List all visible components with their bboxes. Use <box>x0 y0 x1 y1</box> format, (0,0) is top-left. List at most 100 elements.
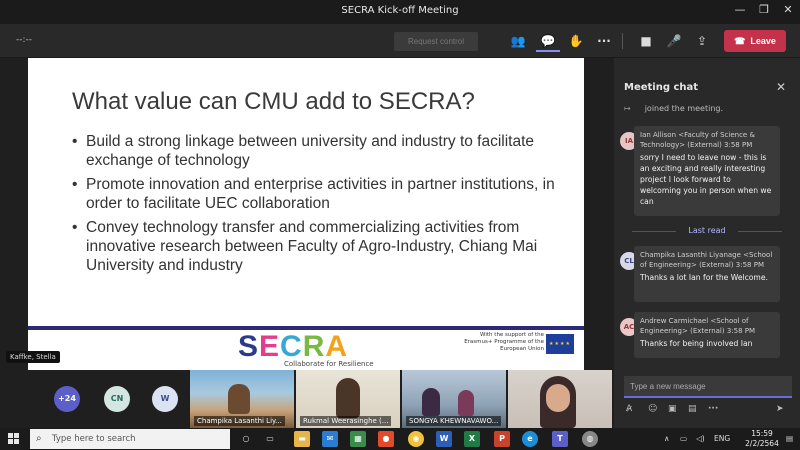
notifications-icon[interactable]: ▤ <box>786 434 793 443</box>
tray-arrow-icon[interactable]: ∧ <box>664 434 670 443</box>
secra-logo-letter: R <box>302 330 326 363</box>
share-screen-icon[interactable]: ⇪ <box>690 30 714 52</box>
more-options-icon[interactable]: ··· <box>592 30 616 52</box>
join-notice: ↦ joined the meeting. <box>624 104 723 113</box>
participant-gallery: +24 CN W Champika Lasanthi Liy... Rukmal… <box>0 370 614 428</box>
request-control-button[interactable]: Request control <box>394 32 478 51</box>
camera-icon[interactable]: ■ <box>634 30 658 52</box>
video-tile[interactable]: Champika Lasanthi Liy... <box>190 370 294 428</box>
app-icon[interactable]: ● <box>378 431 394 447</box>
windows-start-icon[interactable] <box>8 433 20 445</box>
participants-icon[interactable]: 👥 <box>506 30 530 52</box>
participant-video <box>546 384 570 412</box>
more-compose-icon[interactable]: ··· <box>708 404 718 414</box>
leave-button[interactable]: ☎ Leave <box>724 30 786 52</box>
eu-support-text: With the support of the Erasmus+ Program… <box>464 332 544 352</box>
minimize-icon[interactable]: — <box>728 3 752 16</box>
chat-compose-input[interactable] <box>624 376 792 398</box>
maximize-icon[interactable]: ❐ <box>752 3 776 16</box>
message-meta: Ian Allison <Faculty of Science & Techno… <box>640 131 755 149</box>
secra-logo-letter: S <box>238 330 260 363</box>
network-icon[interactable]: ▭ <box>680 434 687 443</box>
language-indicator[interactable]: ENG <box>714 434 730 443</box>
shared-content-stage: What value can CMU add to SECRA? Build a… <box>0 58 614 370</box>
chrome-icon[interactable]: ◉ <box>408 431 424 447</box>
participant-name: Champika Lasanthi Liy... <box>194 416 285 426</box>
message-meta: Andrew Carmichael <School of Engineering… <box>640 317 756 335</box>
participant-video <box>336 378 360 418</box>
video-tile[interactable]: Rukmal Weerasinghe (... <box>296 370 400 428</box>
file-explorer-icon[interactable]: ▬ <box>294 431 310 447</box>
taskbar-clock[interactable]: 15:59 2/2/2564 <box>742 429 782 449</box>
secra-logo-letter: C <box>280 330 303 363</box>
overflow-participants-avatar[interactable]: +24 <box>54 386 80 412</box>
microphone-muted-icon[interactable]: 🎤 <box>662 30 686 52</box>
window-title: SECRA Kick-off Meeting <box>341 5 459 16</box>
slide-title: What value can CMU add to SECRA? <box>72 88 475 115</box>
participant-name: Rukmal Weerasinghe (... <box>300 416 392 426</box>
taskbar-search[interactable]: ⌕ Type here to search <box>30 429 230 449</box>
eu-flag-icon: ★★★★ <box>546 334 574 354</box>
chat-icon[interactable]: 💬 <box>536 30 560 52</box>
volume-icon[interactable]: ◁) <box>696 434 705 443</box>
message-meta: Champika Lasanthi Liyanage <School of En… <box>640 251 773 269</box>
clock-date: 2/2/2564 <box>745 439 779 448</box>
slide-bullet: Convey technology transfer and commercia… <box>72 218 572 275</box>
presenter-name: Kaffke, Stella <box>6 351 60 363</box>
taskbar-search-placeholder: Type here to search <box>52 434 136 444</box>
toolbar-divider <box>622 33 623 49</box>
participant-video <box>458 390 474 416</box>
meeting-toolbar: --:-- Request control 👥 💬 ✋ ··· ■ 🎤 ⇪ ☎ L… <box>0 24 800 58</box>
chat-message[interactable]: Ian Allison <Faculty of Science & Techno… <box>634 126 780 216</box>
slide-bullet: Build a strong linkage between universit… <box>72 132 572 170</box>
edge-icon[interactable]: e <box>522 431 538 447</box>
join-notice-text: joined the meeting. <box>644 104 724 113</box>
presentation-slide: What value can CMU add to SECRA? Build a… <box>28 58 584 370</box>
secra-logo-letter: E <box>259 330 281 363</box>
meeting-timer: --:-- <box>16 35 33 45</box>
secra-tagline: Collaborate for Resilience <box>284 360 374 368</box>
meeting-chat-panel: Meeting chat ✕ ↦ joined the meeting. IA I… <box>614 58 800 428</box>
avatar[interactable]: W <box>152 386 178 412</box>
title-bar: SECRA Kick-off Meeting — ❐ ✕ <box>0 0 800 24</box>
store-icon[interactable]: ▦ <box>350 431 366 447</box>
video-tile[interactable]: SONGYA KHEWNAVAWO... <box>402 370 506 428</box>
clock-time: 15:59 <box>751 429 773 438</box>
word-icon[interactable]: W <box>436 431 452 447</box>
gif-icon[interactable]: ▣ <box>668 404 677 414</box>
cortana-icon[interactable]: ○ <box>238 431 254 447</box>
mail-icon[interactable]: ✉ <box>322 431 338 447</box>
participant-video <box>228 384 250 414</box>
message-body: sorry I need to leave now - this is an e… <box>640 153 772 206</box>
secra-logo: SECRA <box>238 330 348 364</box>
compose-toolbar: A̷ ☺ ▣ ▤ ··· ➤ <box>624 404 794 418</box>
format-icon[interactable]: A̷ <box>626 404 632 414</box>
slide-bullets: Build a strong linkage between universit… <box>72 132 572 280</box>
taskbar: ⌕ Type here to search ○ ▭ ▬ ✉ ▦ ● ◉ W X … <box>0 428 800 450</box>
raise-hand-icon[interactable]: ✋ <box>564 30 588 52</box>
excel-icon[interactable]: X <box>464 431 480 447</box>
join-arrow-icon: ↦ <box>624 104 631 113</box>
avatar[interactable]: CN <box>104 386 130 412</box>
teams-icon[interactable]: T <box>552 431 568 447</box>
sticker-icon[interactable]: ▤ <box>688 404 697 414</box>
chat-message[interactable]: Andrew Carmichael <School of Engineering… <box>634 312 780 358</box>
close-icon[interactable]: ✕ <box>776 3 800 16</box>
chat-header: Meeting chat <box>624 82 699 93</box>
close-chat-icon[interactable]: ✕ <box>776 80 786 94</box>
video-tile[interactable] <box>508 370 612 428</box>
chat-message[interactable]: Champika Lasanthi Liyanage <School of En… <box>634 246 780 302</box>
search-icon: ⌕ <box>36 433 42 444</box>
secra-logo-letter: A <box>325 330 349 363</box>
task-view-icon[interactable]: ▭ <box>262 431 278 447</box>
app-icon[interactable]: ◍ <box>582 431 598 447</box>
powerpoint-icon[interactable]: P <box>494 431 510 447</box>
emoji-icon[interactable]: ☺ <box>648 404 657 414</box>
participant-name: SONGYA KHEWNAVAWO... <box>406 416 502 426</box>
send-icon[interactable]: ➤ <box>776 404 784 414</box>
message-body: Thanks a lot Ian for the Welcome. <box>640 273 768 282</box>
phone-icon: ☎ <box>734 35 746 46</box>
slide-footer: SECRA Collaborate for Resilience With th… <box>28 326 584 370</box>
slide-bullet: Promote innovation and enterprise activi… <box>72 175 572 213</box>
last-read-divider: Last read <box>624 226 790 235</box>
